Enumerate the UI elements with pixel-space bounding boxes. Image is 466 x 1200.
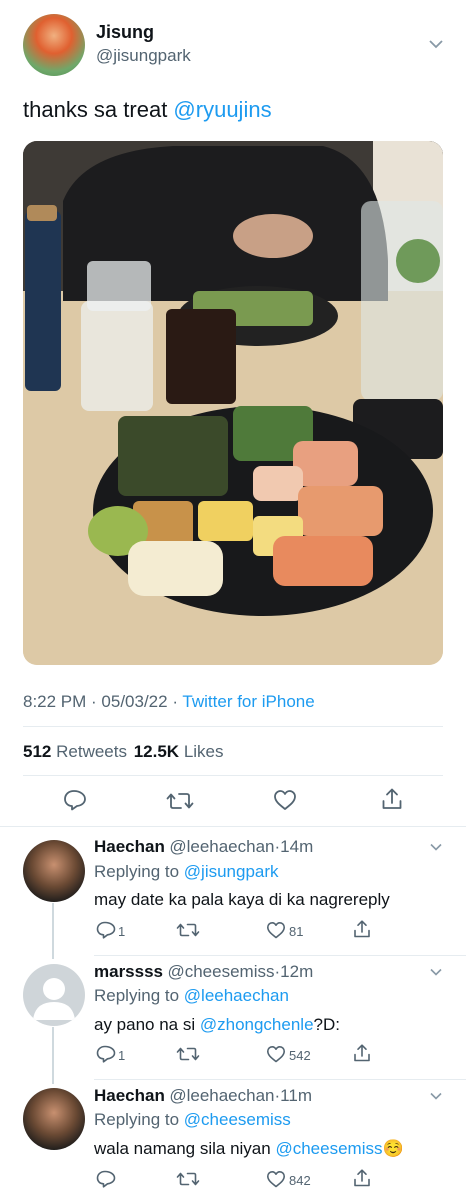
author-name[interactable]: Jisung — [96, 22, 154, 43]
likes-stat[interactable]: 12.5K Likes — [134, 742, 224, 761]
tweet-photo[interactable] — [23, 141, 443, 665]
reply-time: 12m — [280, 962, 314, 981]
reply-avatar[interactable] — [23, 840, 85, 902]
like-icon[interactable] — [273, 789, 297, 811]
reply-icon[interactable] — [96, 921, 116, 939]
tweet-mention[interactable]: @ryuujins — [173, 97, 271, 122]
reply-text-body: ay pano na si — [94, 1015, 200, 1034]
reply-avatar[interactable] — [23, 1088, 85, 1150]
reply-text: may date ka pala kaya di ka nagrereply — [94, 890, 390, 909]
reply-header: Haechan @leehaechan·14m — [94, 837, 313, 857]
replying-to: Replying to @leehaechan — [94, 986, 289, 1006]
divider — [0, 826, 466, 827]
reply-icon[interactable] — [96, 1170, 116, 1188]
replying-to-label: Replying to — [94, 1110, 184, 1129]
share-icon[interactable] — [353, 919, 371, 939]
smiling-emoji: ☺️ — [382, 1139, 404, 1158]
thread-line — [52, 1027, 54, 1084]
tweet-text: thanks sa treat @ryuujins — [23, 97, 272, 123]
reply-text: ay pano na si @zhongchenle?D: — [94, 1015, 340, 1035]
replying-to-handle[interactable]: @cheesemiss — [184, 1110, 291, 1129]
replying-to-handle[interactable]: @jisungpark — [184, 862, 279, 881]
reply-count: 1 — [118, 1048, 126, 1063]
sushi-photo-illustration — [23, 141, 443, 665]
retweet-icon[interactable] — [166, 790, 194, 812]
chevron-down-icon[interactable] — [429, 842, 443, 852]
chevron-down-icon[interactable] — [429, 967, 443, 977]
retweets-stat[interactable]: 512 Retweets — [23, 742, 127, 761]
tweet-time: 8:22 PM — [23, 692, 87, 711]
reply-text-body: wala namang sila niyan — [94, 1139, 276, 1158]
reply-mention[interactable]: @cheesemiss — [275, 1139, 382, 1158]
thread-line — [52, 903, 54, 959]
likes-label: Likes — [183, 742, 224, 761]
reply-avatar[interactable] — [23, 964, 85, 1026]
share-icon[interactable] — [381, 787, 403, 811]
divider — [94, 955, 466, 956]
share-icon[interactable] — [353, 1168, 371, 1188]
replying-to-handle[interactable]: @leehaechan — [184, 986, 289, 1005]
divider — [94, 1079, 466, 1080]
reply-author-name[interactable]: Haechan — [94, 837, 165, 856]
reply-icon[interactable] — [63, 789, 87, 811]
replying-to: Replying to @jisungpark — [94, 862, 279, 882]
divider — [23, 726, 443, 727]
reply-author-handle[interactable]: @leehaechan — [169, 837, 274, 856]
meta-separator: · — [86, 692, 102, 711]
retweet-icon[interactable] — [176, 921, 200, 939]
meta-separator: · — [167, 692, 183, 711]
reply-time: 14m — [280, 837, 314, 856]
like-icon[interactable] — [266, 921, 286, 939]
divider — [23, 775, 443, 776]
replying-to: Replying to @cheesemiss — [94, 1110, 291, 1130]
author-handle[interactable]: @jisungpark — [96, 46, 191, 66]
tweet-date: 05/03/22 — [101, 692, 168, 711]
reply-text-suffix: ?D: — [313, 1015, 340, 1034]
retweet-icon[interactable] — [176, 1170, 200, 1188]
chevron-down-icon[interactable] — [428, 38, 444, 50]
like-count: 842 — [289, 1173, 311, 1188]
retweet-icon[interactable] — [176, 1045, 200, 1063]
retweets-label: Retweets — [56, 742, 127, 761]
default-avatar-icon — [33, 978, 75, 1020]
tweet-text-body: thanks sa treat — [23, 97, 174, 122]
likes-count: 12.5K — [133, 742, 180, 761]
tweet-source[interactable]: Twitter for iPhone — [182, 692, 314, 711]
replying-to-label: Replying to — [94, 862, 184, 881]
reply-icon[interactable] — [96, 1045, 116, 1063]
reply-author-name[interactable]: Haechan — [94, 1086, 165, 1105]
reply-header: Haechan @leehaechan·11m — [94, 1086, 312, 1106]
reply-text: wala namang sila niyan @cheesemiss☺️ — [94, 1139, 404, 1159]
reply-time: 11m — [280, 1086, 312, 1105]
reply-author-name[interactable]: marssss — [94, 962, 163, 981]
tweet-meta: 8:22 PM · 05/03/22 · Twitter for iPhone — [23, 692, 315, 712]
retweets-count: 512 — [23, 742, 52, 761]
reply-mention[interactable]: @zhongchenle — [200, 1015, 314, 1034]
like-icon[interactable] — [266, 1045, 286, 1063]
replying-to-label: Replying to — [94, 986, 184, 1005]
chevron-down-icon[interactable] — [429, 1091, 443, 1101]
author-avatar[interactable] — [23, 14, 85, 76]
tweet-stats: 512 Retweets 12.5K Likes — [23, 742, 224, 762]
like-count: 81 — [289, 924, 304, 939]
reply-author-handle[interactable]: @leehaechan — [169, 1086, 274, 1105]
like-count: 542 — [289, 1048, 311, 1063]
reply-header: marssss @cheesemiss·12m — [94, 962, 313, 982]
share-icon[interactable] — [353, 1043, 371, 1063]
reply-author-handle[interactable]: @cheesemiss — [167, 962, 274, 981]
reply-count: 1 — [118, 924, 126, 939]
like-icon[interactable] — [266, 1170, 286, 1188]
